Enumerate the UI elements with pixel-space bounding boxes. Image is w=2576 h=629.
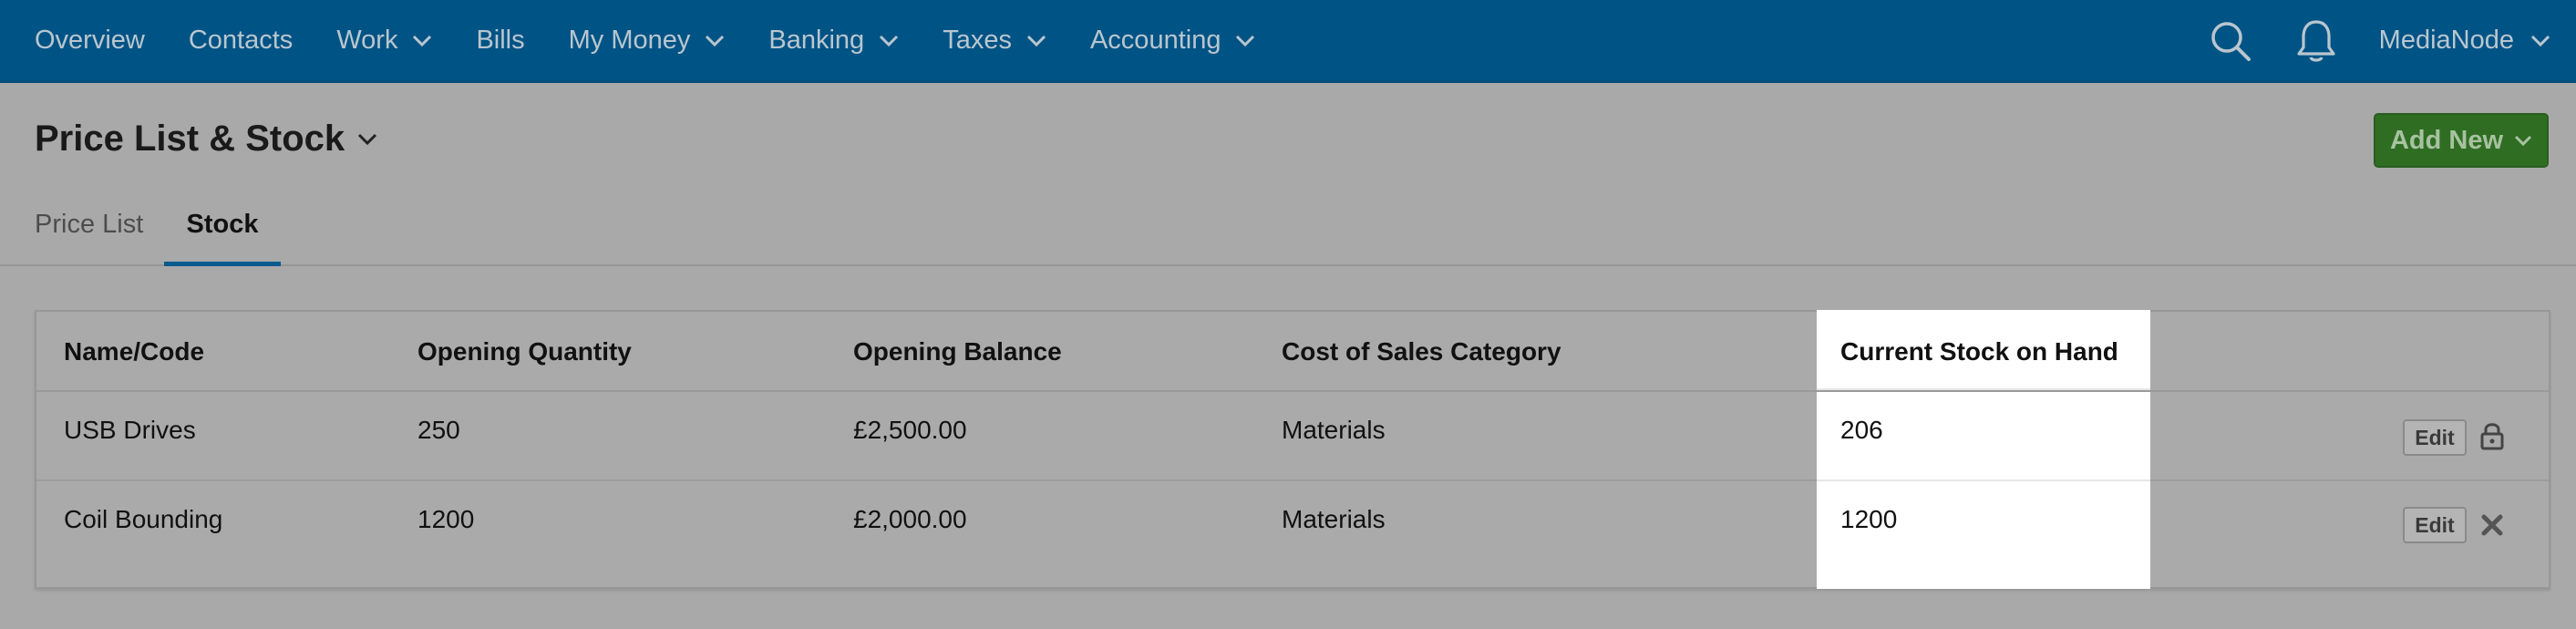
delete-x-icon[interactable] — [2478, 509, 2507, 541]
table-row: USB Drives 250 £2,500.00 Materials 206 E… — [36, 390, 2549, 481]
column-header-opening-balance[interactable]: Opening Balance — [853, 337, 1062, 366]
tab-price-list[interactable]: Price List — [35, 210, 143, 266]
cell-current-stock: 206 — [1840, 416, 1883, 444]
tab-label: Price List — [35, 210, 144, 239]
top-navigation-bar: Overview Contacts Work Bills My Money Ba… — [0, 0, 2576, 83]
account-menu[interactable]: MediaNode — [2379, 26, 2550, 56]
nav-item-label: Banking — [768, 26, 865, 55]
cell-opening-balance: £2,500.00 — [853, 416, 967, 444]
nav-utilities: MediaNode — [2210, 0, 2550, 81]
cell-opening-balance: £2,000.00 — [853, 505, 967, 533]
tab-bar: Price List Stock — [0, 201, 2576, 266]
table-header-row: Name/Code Opening Quantity Opening Balan… — [36, 312, 2549, 392]
chevron-down-icon — [706, 35, 725, 46]
add-new-label: Add New — [2389, 125, 2504, 155]
cell-current-stock: 1200 — [1840, 505, 1898, 533]
tab-stock[interactable]: Stock — [164, 210, 281, 266]
cell-cost-of-sales-category: Materials — [1282, 505, 1386, 533]
nav-item-label: Accounting — [1089, 26, 1221, 55]
account-name: MediaNode — [2378, 26, 2514, 55]
search-icon[interactable] — [2210, 20, 2251, 62]
bell-icon[interactable] — [2295, 18, 2337, 64]
stock-table: Name/Code Opening Quantity Opening Balan… — [35, 310, 2550, 589]
main-nav: Overview Contacts Work Bills My Money Ba… — [35, 0, 1299, 81]
chevron-down-icon — [2514, 135, 2532, 146]
column-header-cost-of-sales-category[interactable]: Cost of Sales Category — [1282, 337, 1561, 366]
cell-opening-quantity: 1200 — [417, 505, 475, 533]
page-title-dropdown[interactable]: Price List & Stock — [35, 119, 377, 160]
page-title: Price List & Stock — [35, 119, 345, 159]
nav-item-label: My Money — [568, 26, 691, 55]
chevron-down-icon — [413, 35, 432, 46]
chevron-down-icon — [358, 133, 377, 145]
cell-opening-quantity: 250 — [417, 416, 460, 444]
nav-item-my-money[interactable]: My Money — [569, 26, 726, 56]
table-row: Coil Bounding 1200 £2,000.00 Materials 1… — [36, 479, 2549, 569]
nav-item-accounting[interactable]: Accounting — [1090, 26, 1256, 56]
cell-cost-of-sales-category: Materials — [1282, 416, 1386, 444]
nav-item-work[interactable]: Work — [336, 26, 432, 56]
nav-item-overview[interactable]: Overview — [35, 26, 145, 56]
lock-icon[interactable] — [2478, 419, 2507, 452]
nav-item-banking[interactable]: Banking — [768, 26, 899, 56]
edit-button[interactable]: Edit — [2403, 419, 2467, 456]
chevron-down-icon — [2530, 35, 2550, 46]
chevron-down-icon — [880, 35, 899, 46]
nav-item-label: Bills — [476, 26, 525, 55]
chevron-down-icon — [1026, 35, 1046, 46]
nav-item-taxes[interactable]: Taxes — [943, 26, 1046, 56]
edit-button[interactable]: Edit — [2403, 507, 2467, 543]
column-header-name[interactable]: Name/Code — [64, 337, 204, 366]
nav-item-label: Overview — [35, 26, 145, 55]
chevron-down-icon — [1236, 35, 1255, 46]
column-header-opening-quantity[interactable]: Opening Quantity — [417, 337, 632, 366]
nav-item-label: Contacts — [188, 26, 294, 55]
column-header-current-stock[interactable]: Current Stock on Hand — [1840, 337, 2118, 366]
tab-label: Stock — [186, 210, 259, 239]
nav-item-contacts[interactable]: Contacts — [189, 26, 293, 56]
nav-item-label: Taxes — [943, 26, 1012, 55]
cell-name: Coil Bounding — [64, 505, 223, 533]
add-new-button[interactable]: Add New — [2374, 113, 2549, 168]
nav-item-label: Work — [336, 26, 398, 55]
nav-item-bills[interactable]: Bills — [476, 26, 524, 56]
cell-name: USB Drives — [64, 416, 196, 444]
